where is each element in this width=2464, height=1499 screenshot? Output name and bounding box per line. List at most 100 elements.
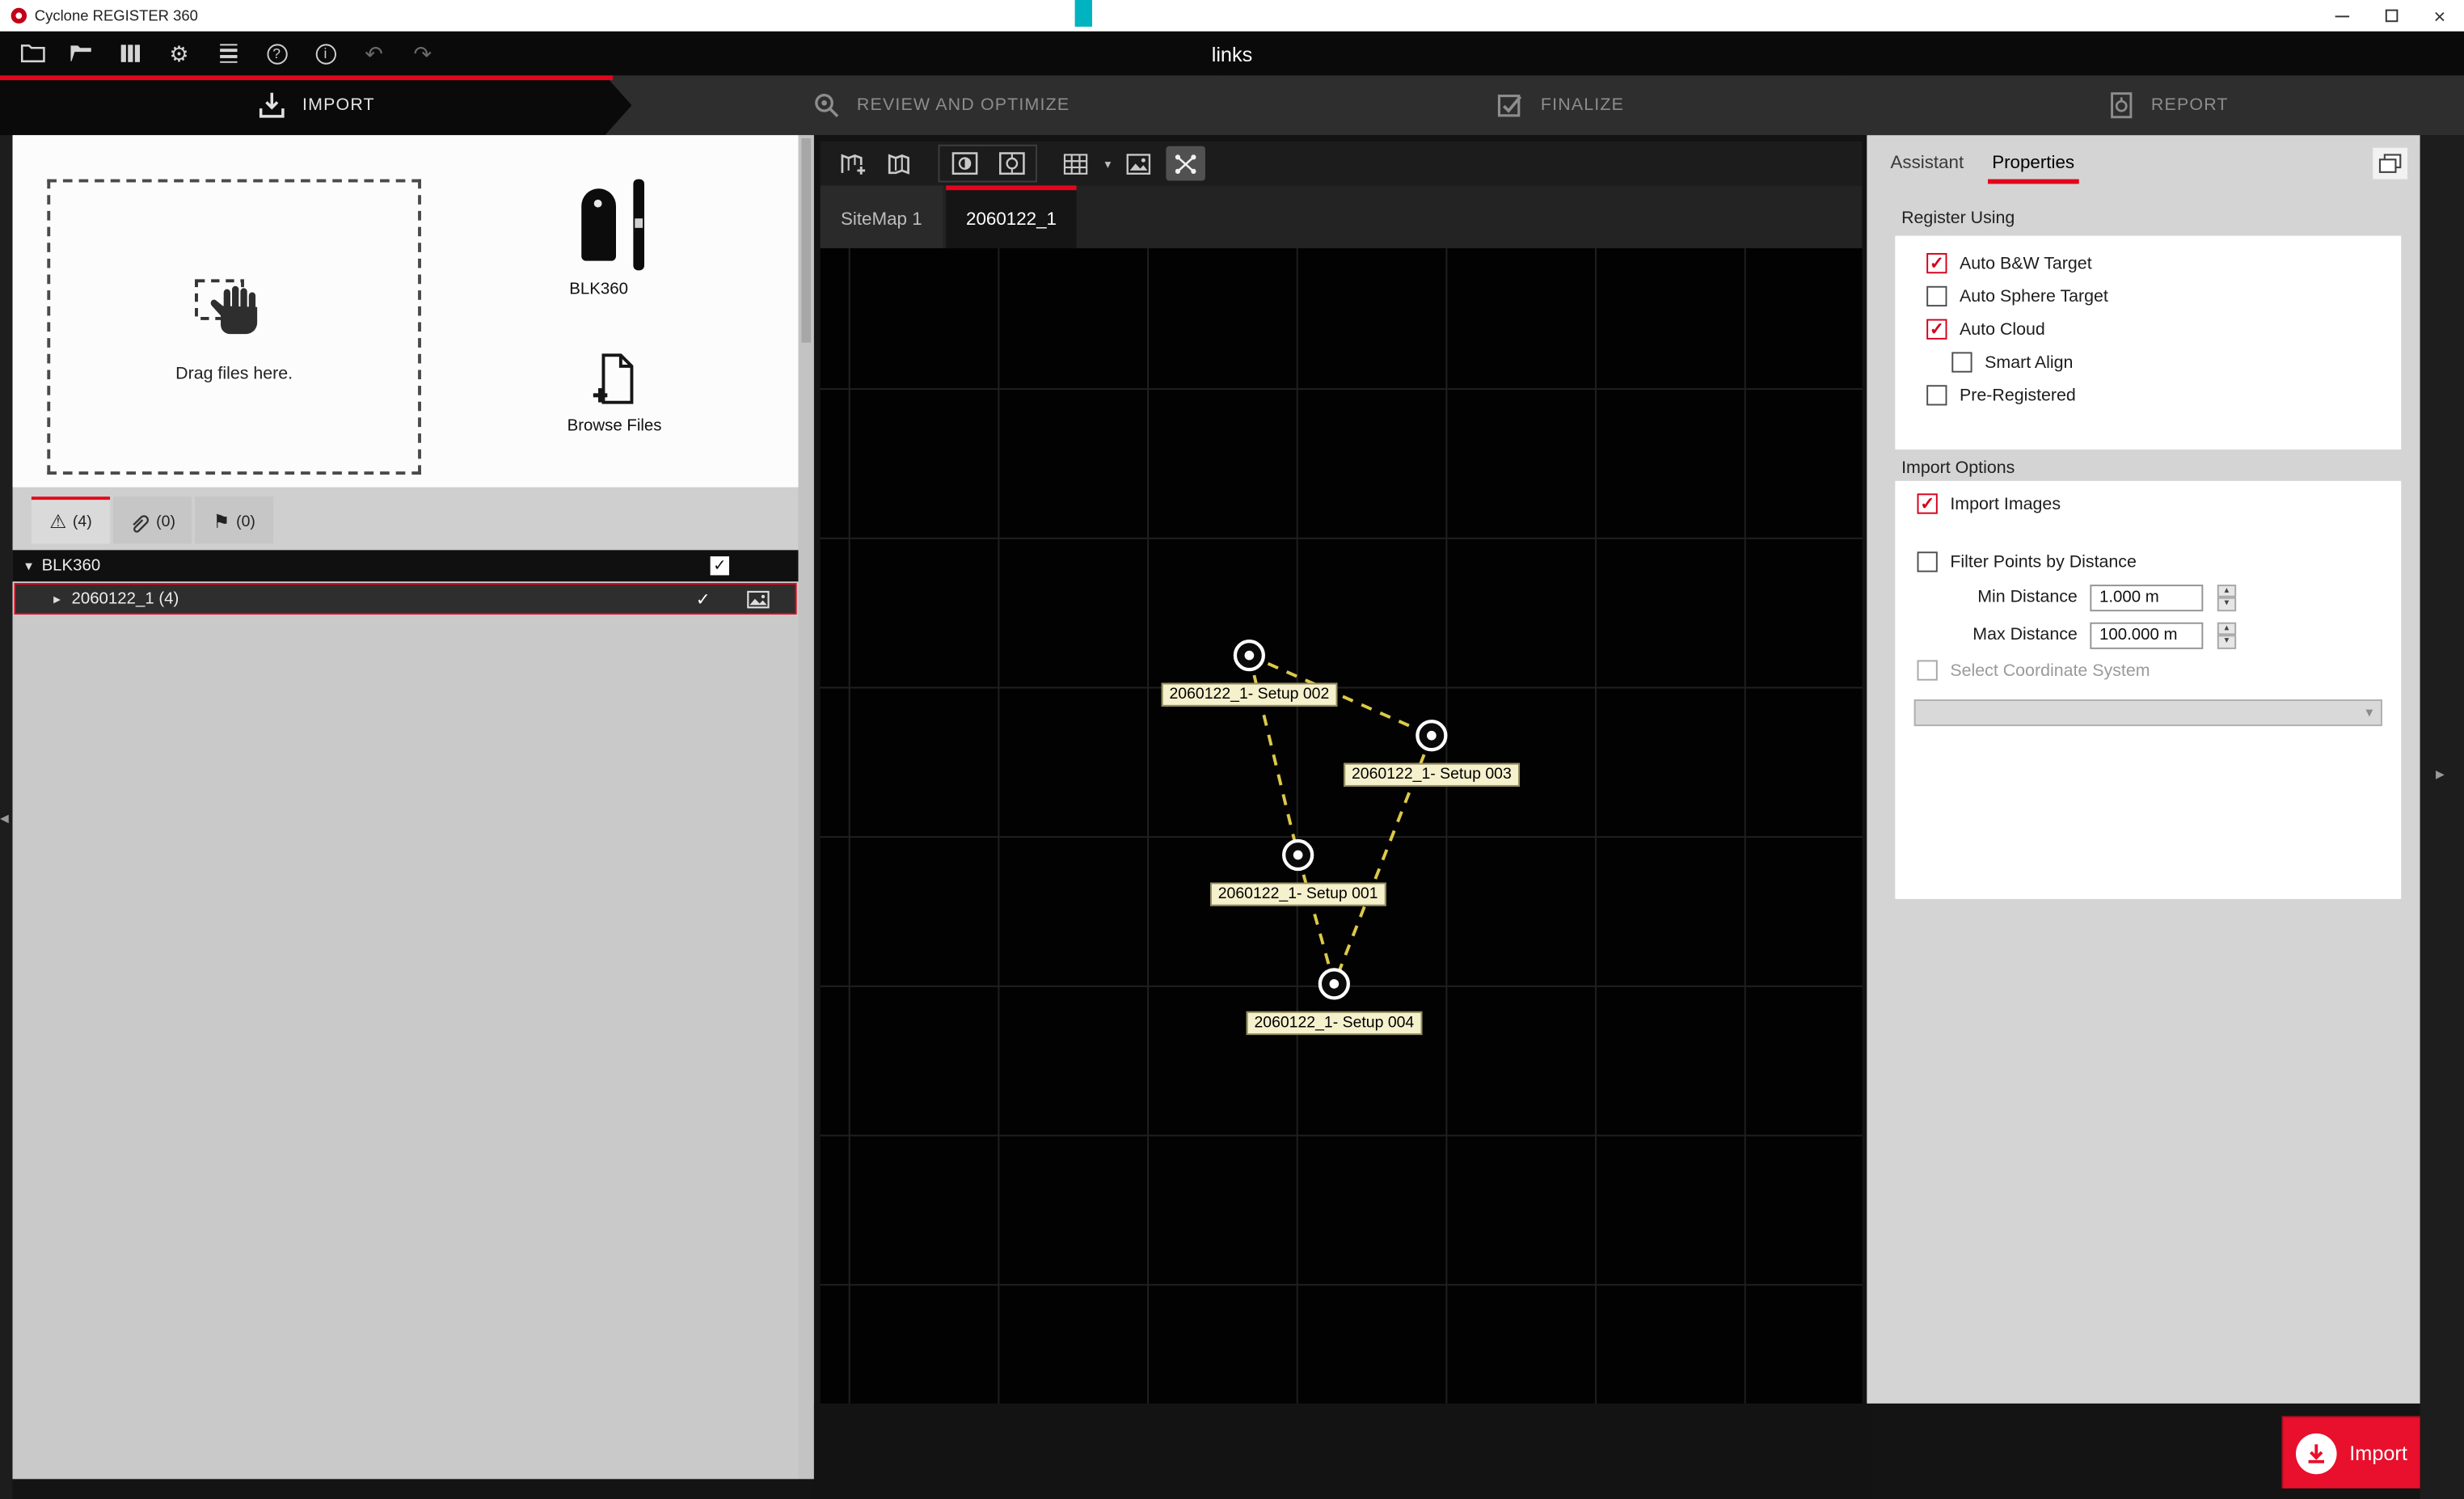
help-icon[interactable]: ?: [263, 40, 291, 68]
spin-down-button[interactable]: ▾: [2217, 597, 2236, 611]
sitemap-tabs: SiteMap 1 2060122_1: [821, 185, 1863, 248]
tab-sitemap-1[interactable]: SiteMap 1: [821, 185, 943, 248]
tree-row-blk360[interactable]: ▾ BLK360 ✓: [13, 550, 799, 581]
tab-properties[interactable]: Properties: [1992, 154, 2074, 173]
setup-label[interactable]: 2060122_1- Setup 001: [1210, 882, 1386, 906]
info-icon[interactable]: i: [311, 40, 340, 68]
canvas-bottom-bar: [814, 1404, 1870, 1499]
checkbox-label: Filter Points by Distance: [1950, 552, 2137, 571]
tab-2060122-1[interactable]: 2060122_1: [946, 185, 1077, 248]
spin-down-button[interactable]: ▾: [2217, 635, 2236, 648]
bw-target-view-icon[interactable]: [944, 146, 984, 181]
checkbox-box[interactable]: ✓: [1926, 253, 1947, 273]
checkbox-box[interactable]: ✓: [1918, 493, 1938, 513]
import-button-label: Import: [2349, 1442, 2407, 1465]
max-distance-label: Max Distance: [1958, 626, 2078, 644]
checkbox-box[interactable]: [1918, 551, 1938, 572]
app-window: Cyclone REGISTER 360 × ⚙ ? i ↶ ↷ links: [0, 0, 2464, 1499]
checkbox-box[interactable]: [1951, 352, 1972, 372]
drag-drop-zone[interactable]: Drag files here.: [47, 179, 421, 475]
spin-up-button[interactable]: ▴: [2217, 584, 2236, 597]
min-distance-spinner: ▴ ▾: [2217, 584, 2236, 610]
grid-caret-icon[interactable]: ▾: [1105, 156, 1112, 170]
checkbox-auto-b-w-target[interactable]: ✓Auto B&W Target: [1926, 247, 2401, 280]
maximize-button[interactable]: [2366, 0, 2415, 32]
close-button[interactable]: ×: [2415, 0, 2464, 32]
tab-attachments[interactable]: (0): [113, 496, 192, 543]
checkbox-box[interactable]: ✓: [1926, 319, 1947, 340]
checkbox-smart-align[interactable]: Smart Align: [1926, 346, 2401, 379]
layout-windows-icon[interactable]: [2373, 148, 2407, 179]
checkbox-box[interactable]: [1926, 385, 1947, 405]
blk360-label: BLK360: [546, 280, 650, 298]
tab-warnings[interactable]: ⚠ (4): [32, 496, 110, 543]
open-project-icon[interactable]: [68, 40, 96, 68]
checkbox-select-coordinate-system[interactable]: Select Coordinate System: [1918, 654, 2402, 687]
checkbox-box[interactable]: [1926, 286, 1947, 306]
checkbox-auto-cloud[interactable]: ✓Auto Cloud: [1926, 313, 2401, 346]
coordinate-system-select[interactable]: ▾: [1914, 699, 2382, 726]
blk360-slider[interactable]: [633, 179, 644, 271]
checkbox-label: Select Coordinate System: [1950, 661, 2150, 679]
open-folder-icon[interactable]: [19, 40, 47, 68]
log-list-icon[interactable]: [213, 40, 242, 68]
checkbox-box[interactable]: [1918, 660, 1938, 680]
links-tool-icon[interactable]: [1166, 146, 1205, 181]
tree-row-2060122[interactable]: ▸ 2060122_1 (4) ✓: [14, 583, 796, 614]
blk360-device-button[interactable]: [581, 188, 644, 270]
workflow-step-finalize[interactable]: FINALIZE: [1222, 75, 1870, 135]
issue-tabs: ⚠ (4) (0) ⚑ (0): [32, 496, 273, 543]
setup-label[interactable]: 2060122_1- Setup 004: [1247, 1011, 1422, 1035]
checkbox-filter-points-by-distance[interactable]: Filter Points by Distance: [1918, 546, 2402, 579]
register-using-title: Register Using: [1901, 209, 2015, 228]
tree-child-check-icon[interactable]: ✓: [696, 589, 711, 609]
workflow-step-review[interactable]: REVIEW AND OPTIMIZE: [605, 75, 1249, 135]
checkbox-auto-sphere-target[interactable]: Auto Sphere Target: [1926, 280, 2401, 313]
checkbox-pre-registered[interactable]: Pre-Registered: [1926, 378, 2401, 412]
tree-collapse-icon[interactable]: ▸: [53, 590, 61, 607]
spin-up-button[interactable]: ▴: [2217, 622, 2236, 635]
tree-root-label: BLK360: [42, 556, 101, 575]
tree-root-checkbox[interactable]: ✓: [711, 556, 729, 575]
sitemap-canvas[interactable]: 2060122_1- Setup 002 2060122_1- Setup 003…: [821, 248, 1863, 1404]
checkbox-label: Import Images: [1950, 494, 2061, 513]
import-button[interactable]: Import: [2282, 1416, 2420, 1488]
flags-count: (0): [236, 513, 255, 530]
library-icon[interactable]: [116, 40, 145, 68]
images-icon[interactable]: [746, 589, 770, 609]
setup-label[interactable]: 2060122_1- Setup 003: [1344, 763, 1519, 787]
flag-icon: ⚑: [213, 513, 230, 531]
import-source-panel: Drag files here. BLK360 Browse Files: [13, 135, 814, 1479]
max-distance-input[interactable]: 100.000 m: [2090, 622, 2203, 648]
max-distance-spinner: ▴ ▾: [2217, 622, 2236, 648]
tree-expand-icon[interactable]: ▾: [25, 557, 32, 574]
close-icon: ×: [2433, 6, 2445, 26]
setup-label[interactable]: 2060122_1- Setup 002: [1162, 683, 1337, 707]
browse-files-label: Browse Files: [567, 416, 662, 435]
workflow-step-report[interactable]: REPORT: [1843, 75, 2464, 135]
checkbox-label: Pre-Registered: [1960, 386, 2076, 404]
collapse-left-arrow[interactable]: ◂: [0, 808, 9, 828]
undo-icon[interactable]: ↶: [360, 40, 388, 68]
expand-right-arrow[interactable]: ▸: [2436, 764, 2445, 784]
window-title: Cyclone REGISTER 360: [35, 7, 198, 24]
minimize-button[interactable]: [2318, 0, 2366, 32]
pano-view-icon[interactable]: [992, 146, 1032, 181]
browse-files-button[interactable]: Browse Files: [559, 352, 669, 435]
image-view-icon[interactable]: [1119, 146, 1158, 181]
tab-flags[interactable]: ⚑ (0): [195, 496, 273, 543]
warning-icon: ⚠: [49, 513, 66, 531]
redo-icon[interactable]: ↷: [408, 40, 437, 68]
tab-assistant[interactable]: Assistant: [1890, 154, 1964, 173]
add-sitemap-icon[interactable]: [833, 146, 872, 181]
import-options-title: Import Options: [1901, 459, 2015, 478]
workflow-step-import[interactable]: IMPORT: [0, 75, 631, 135]
share-indicator: [1075, 0, 1092, 27]
grid-options-icon[interactable]: [1056, 146, 1095, 181]
import-sources-card: Drag files here. BLK360 Browse Files: [13, 135, 799, 487]
min-distance-input[interactable]: 1.000 m: [2090, 584, 2203, 610]
remove-sitemap-icon[interactable]: [880, 146, 920, 181]
left-panel-scrollbar[interactable]: [798, 135, 813, 1479]
checkbox-import-images[interactable]: ✓ Import Images: [1918, 488, 2402, 521]
settings-gear-icon[interactable]: ⚙: [165, 40, 193, 68]
